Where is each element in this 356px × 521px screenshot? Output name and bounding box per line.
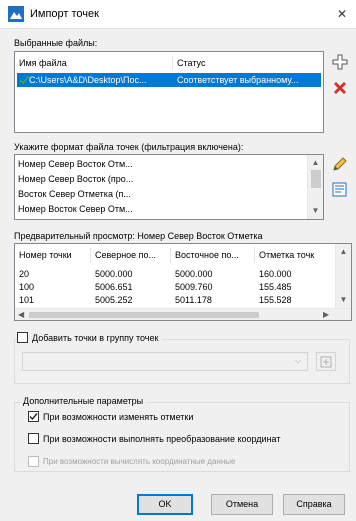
add-file-icon	[332, 54, 348, 70]
add-to-group-checkbox[interactable]	[17, 332, 28, 343]
list-item[interactable]: Номер Восток Север Отм...	[18, 203, 303, 216]
file-name: C:\Users\A&D\Desktop\Пос...	[29, 75, 147, 85]
preview-table[interactable]: Номер точки Северное по... Восточное по.…	[14, 243, 352, 321]
table-row[interactable]: 100 5006.651 5009.760 155.485	[15, 281, 335, 294]
file-row[interactable]: C:\Users\A&D\Desktop\Пос... Соответствуе…	[17, 73, 321, 87]
add-to-group-label: Добавить точки в группу точек	[32, 332, 159, 343]
table-cell: 100	[19, 282, 35, 292]
delete-icon	[333, 81, 347, 95]
option-transform-coordinates[interactable]: При возможности выполнять преобразование…	[28, 433, 281, 444]
pencil-icon	[333, 157, 347, 171]
preview-horizontal-scrollbar[interactable]: ◀ ▶	[15, 308, 351, 320]
manage-formats-button[interactable]	[330, 180, 350, 200]
transform-coordinates-checkbox[interactable]	[28, 433, 39, 444]
advanced-label: Дополнительные параметры	[20, 396, 147, 406]
file-status: Соответствует выбранному...	[177, 75, 299, 85]
table-cell: 5006.651	[95, 282, 133, 292]
table-cell: 20	[19, 269, 30, 279]
format-list[interactable]: Номер Север Восток Отм... Номер Север Во…	[14, 154, 324, 220]
title-bar: Импорт точек ✕	[0, 0, 356, 29]
table-cell: 155.485	[259, 282, 292, 292]
table-cell: 5009.760	[175, 282, 213, 292]
create-group-button[interactable]	[316, 352, 336, 371]
column-header-file-name[interactable]: Имя файла	[15, 56, 173, 70]
point-group-select[interactable]: ⌵	[22, 352, 308, 371]
table-cell: 160.000	[259, 269, 292, 279]
selected-files-label: Выбранные файлы:	[14, 38, 98, 48]
add-to-group-option[interactable]: Добавить точки в группу точек	[17, 332, 163, 343]
compute-coordinates-checkbox	[28, 456, 39, 467]
option-adjust-elevations[interactable]: При возможности изменять отметки	[28, 411, 193, 422]
table-row[interactable]: 20 5000.000 5000.000 160.000	[15, 268, 335, 281]
format-scrollbar[interactable]: ▲ ▼	[307, 155, 323, 219]
scroll-thumb[interactable]	[29, 312, 259, 318]
chevron-down-icon: ⌵	[295, 356, 302, 365]
help-button[interactable]: Справка	[283, 494, 345, 515]
adjust-elevations-checkbox[interactable]	[28, 411, 39, 422]
scroll-thumb[interactable]	[311, 170, 321, 188]
adjust-elevations-label: При возможности изменять отметки	[43, 411, 194, 422]
table-row[interactable]: 101 5005.252 5011.178 155.528	[15, 294, 335, 307]
scroll-left-icon[interactable]: ◀	[18, 309, 24, 320]
window-title: Импорт точек	[30, 8, 99, 20]
column-header[interactable]: Номер точки	[15, 247, 91, 263]
compute-coordinates-label: При возможности вычислять координатные д…	[43, 457, 236, 466]
close-icon: ✕	[336, 7, 348, 21]
format-manager-icon	[332, 182, 347, 197]
scroll-up-icon[interactable]: ▲	[308, 157, 323, 169]
app-icon	[8, 6, 24, 22]
transform-coordinates-label: При возможности выполнять преобразование…	[43, 433, 281, 444]
column-header-status[interactable]: Статус	[173, 56, 323, 70]
table-cell: 5000.000	[175, 269, 213, 279]
list-item[interactable]: Номер Север Восток Отм...	[18, 158, 303, 171]
selected-files-list[interactable]: Имя файла Статус C:\Users\A&D\Desktop\По…	[14, 51, 324, 133]
scroll-up-icon[interactable]: ▲	[336, 246, 351, 258]
column-header[interactable]: Отметка точк	[255, 247, 335, 263]
add-file-button[interactable]	[330, 52, 350, 72]
format-label: Укажите формат файла точек (фильтрация в…	[14, 142, 244, 152]
scroll-down-icon[interactable]: ▼	[336, 294, 351, 306]
checkmark-icon	[29, 413, 38, 421]
remove-file-button[interactable]	[330, 78, 350, 98]
scroll-down-icon[interactable]: ▼	[308, 205, 323, 217]
preview-vertical-scrollbar[interactable]: ▲ ▼	[335, 244, 351, 308]
close-button[interactable]: ✕	[330, 2, 354, 26]
table-cell: 5005.252	[95, 295, 133, 305]
option-compute-coordinates: При возможности вычислять координатные д…	[28, 456, 235, 467]
edit-format-button[interactable]	[330, 154, 350, 174]
table-cell: 155.528	[259, 295, 292, 305]
group-picker-icon	[320, 356, 332, 367]
table-cell: 101	[19, 295, 35, 305]
table-cell: 5000.000	[95, 269, 133, 279]
list-item[interactable]: Номер Север Восток (про...	[18, 173, 303, 186]
ok-button[interactable]: OK	[137, 494, 193, 515]
column-header[interactable]: Восточное по...	[171, 247, 255, 263]
cancel-button[interactable]: Отмена	[211, 494, 273, 515]
list-item[interactable]: Восток Север Отметка (п...	[18, 188, 303, 201]
column-header[interactable]: Северное по...	[91, 247, 171, 263]
table-cell: 5011.178	[175, 295, 212, 305]
scroll-right-icon[interactable]: ▶	[323, 309, 329, 320]
preview-label: Предварительный просмотр: Номер Север Во…	[14, 231, 263, 241]
